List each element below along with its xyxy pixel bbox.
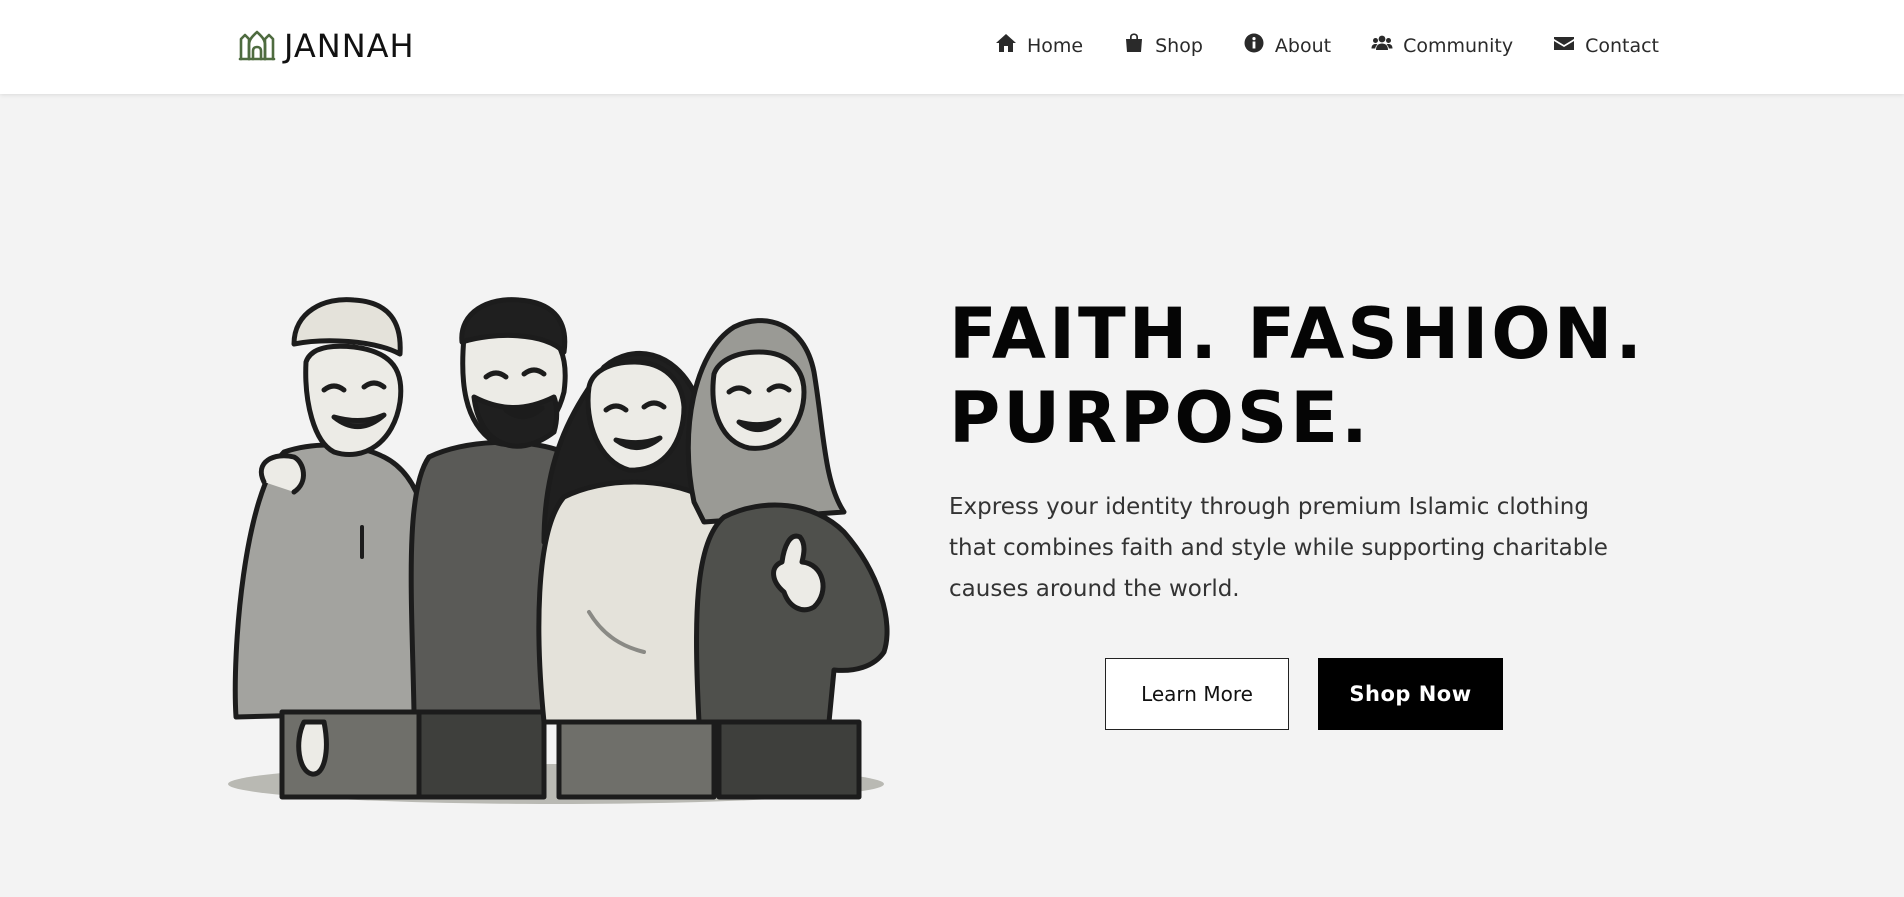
learn-more-button[interactable]: Learn More (1105, 658, 1289, 730)
shopping-bag-icon (1123, 33, 1145, 58)
nav-item-label: Contact (1585, 34, 1659, 57)
brand-logo[interactable]: JANNAH (238, 27, 415, 65)
nav-item-label: About (1274, 34, 1332, 57)
person-man-kufi (232, 297, 437, 800)
hero-headline: FAITH. FASHION. PURPOSE. (949, 292, 1649, 460)
mosque-icon (238, 27, 276, 65)
info-circle-icon (1243, 33, 1265, 58)
nav-item-about[interactable]: About (1243, 33, 1331, 58)
site-header: JANNAH Home Shop About Community Contact (0, 0, 1904, 94)
nav-item-label: Home (1027, 34, 1084, 57)
main-nav: Home Shop About Community Contact (995, 33, 1659, 58)
nav-item-contact[interactable]: Contact (1553, 33, 1659, 58)
hero-headline-line-1: FAITH. FASHION. (949, 293, 1645, 375)
person-woman-grey-hijab (685, 318, 890, 800)
nav-item-label: Shop (1155, 34, 1203, 57)
nav-item-label: Community (1403, 34, 1514, 57)
hero-headline-line-2: PURPOSE. (949, 377, 1371, 459)
nav-item-shop[interactable]: Shop (1123, 33, 1203, 58)
hero-illustration (224, 292, 890, 810)
nav-item-home[interactable]: Home (995, 33, 1083, 58)
brand-name: JANNAH (284, 27, 415, 65)
nav-item-community[interactable]: Community (1371, 33, 1513, 58)
envelope-icon (1553, 33, 1575, 58)
home-icon (995, 33, 1017, 58)
hero-description: Express your identity through premium Is… (949, 494, 1608, 602)
users-icon (1371, 33, 1393, 58)
shop-now-button[interactable]: Shop Now (1318, 658, 1503, 730)
